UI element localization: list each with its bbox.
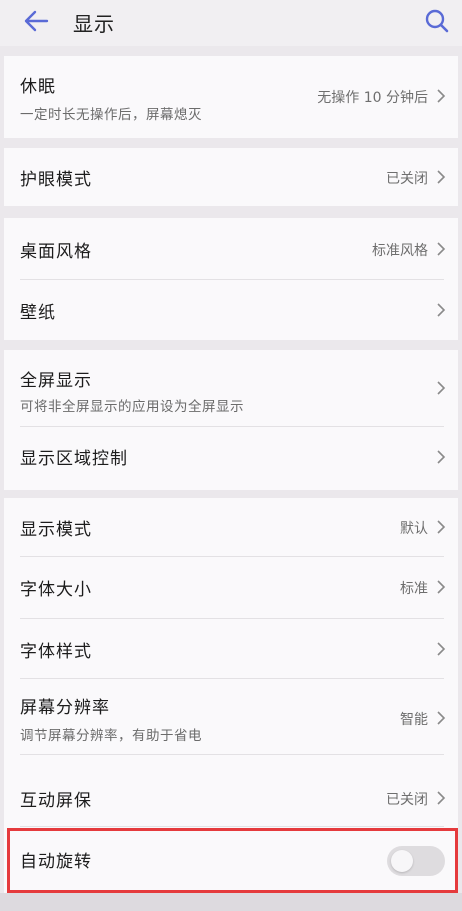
- item-subtitle: 调节屏幕分辨率，有助于省电: [20, 728, 202, 744]
- toggle-knob: [391, 850, 413, 872]
- item-value: 默认: [400, 521, 428, 537]
- item-value: 已关闭: [386, 171, 428, 187]
- item-label: 显示区域控制: [20, 449, 128, 469]
- item-label: 显示模式: [20, 520, 92, 540]
- settings-group-display: 显示模式 默认 字体大小 标准 字体样式 屏幕分辨率 调节屏幕分辨率，有助于省电…: [4, 498, 458, 893]
- bottom-edge: [0, 893, 462, 911]
- item-value: 标准: [400, 581, 428, 597]
- item-label: 字体大小: [20, 580, 92, 600]
- settings-item-sleep[interactable]: 休眠 一定时长无操作后，屏幕熄灭 无操作 10 分钟后: [4, 56, 458, 138]
- page-title: 显示: [73, 12, 115, 36]
- item-subtitle: 可将非全屏显示的应用设为全屏显示: [20, 399, 244, 415]
- item-label: 字体样式: [20, 642, 92, 662]
- search-icon: [425, 9, 449, 33]
- auto-rotate-toggle[interactable]: [387, 846, 445, 876]
- settings-item-eye-comfort[interactable]: 护眼模式 已关闭: [4, 148, 458, 206]
- item-value: 标准风格: [372, 243, 428, 259]
- settings-group-fullscreen: 全屏显示 可将非全屏显示的应用设为全屏显示 显示区域控制: [4, 350, 458, 490]
- chevron-right-icon: [437, 642, 446, 656]
- item-label: 休眠: [20, 77, 56, 97]
- settings-item-wallpaper[interactable]: 壁纸: [4, 279, 458, 340]
- back-arrow-icon: [24, 10, 49, 32]
- settings-item-fullscreen[interactable]: 全屏显示 可将非全屏显示的应用设为全屏显示: [4, 350, 458, 426]
- chevron-right-icon: [437, 580, 446, 594]
- chevron-right-icon: [437, 711, 446, 725]
- settings-group-sleep: 休眠 一定时长无操作后，屏幕熄灭 无操作 10 分钟后: [4, 56, 458, 138]
- chevron-right-icon: [437, 450, 446, 464]
- chevron-right-icon: [437, 791, 446, 805]
- chevron-right-icon: [437, 89, 446, 103]
- item-value: 无操作 10 分钟后: [317, 90, 428, 106]
- item-value: 已关闭: [386, 792, 428, 808]
- settings-item-display-area[interactable]: 显示区域控制: [4, 426, 458, 490]
- settings-item-display-mode[interactable]: 显示模式 默认: [4, 498, 458, 556]
- item-subtitle: 一定时长无操作后，屏幕熄灭: [20, 107, 202, 123]
- back-button[interactable]: [18, 6, 54, 36]
- chevron-right-icon: [437, 170, 446, 184]
- chevron-right-icon: [437, 242, 446, 256]
- item-label: 自动旋转: [20, 852, 92, 872]
- search-button[interactable]: [420, 4, 454, 38]
- chevron-right-icon: [437, 520, 446, 534]
- settings-item-font-style[interactable]: 字体样式: [4, 618, 458, 678]
- item-label: 屏幕分辨率: [20, 698, 110, 718]
- settings-item-interactive-screensaver[interactable]: 互动屏保 已关闭: [4, 754, 458, 826]
- chevron-right-icon: [437, 381, 446, 395]
- item-label: 桌面风格: [20, 242, 92, 262]
- settings-item-resolution[interactable]: 屏幕分辨率 调节屏幕分辨率，有助于省电 智能: [4, 678, 458, 754]
- item-value: 智能: [400, 712, 428, 728]
- item-label: 全屏显示: [20, 371, 92, 391]
- chevron-right-icon: [437, 303, 446, 317]
- settings-group-desktop: 桌面风格 标准风格 壁纸: [4, 218, 458, 340]
- settings-group-eye: 护眼模式 已关闭: [4, 148, 458, 206]
- settings-item-font-size[interactable]: 字体大小 标准: [4, 556, 458, 618]
- item-label: 互动屏保: [20, 791, 92, 811]
- settings-item-desktop-style[interactable]: 桌面风格 标准风格: [4, 218, 458, 279]
- item-label: 护眼模式: [20, 170, 92, 190]
- app-header: 显示: [0, 0, 462, 46]
- item-label: 壁纸: [20, 303, 56, 323]
